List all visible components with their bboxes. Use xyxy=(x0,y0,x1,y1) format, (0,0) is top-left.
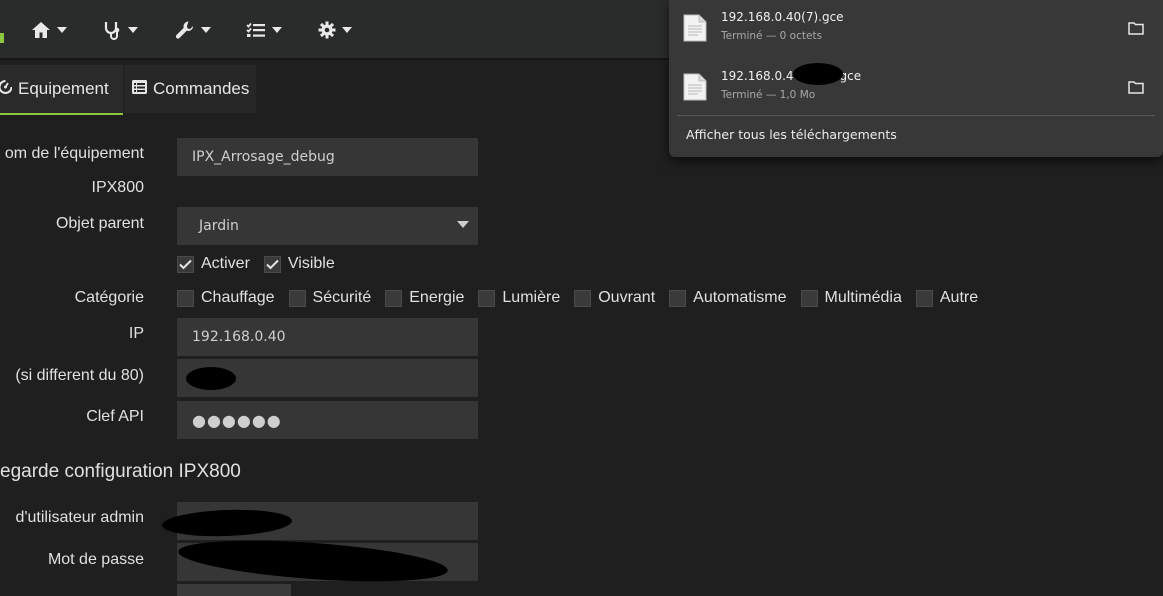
folder-icon[interactable] xyxy=(1128,79,1144,98)
ip-label: IP xyxy=(128,325,144,342)
parent-label: Objet parent xyxy=(55,215,144,232)
nav-tasks-menu[interactable] xyxy=(246,18,282,42)
stethoscope-icon xyxy=(104,20,122,40)
home-icon xyxy=(31,21,51,39)
category-ouvrant-checkbox[interactable]: Ouvrant xyxy=(574,289,655,307)
category-label: Catégorie xyxy=(74,289,144,306)
download-filename: 192.168.0.40(7).gce xyxy=(721,10,844,24)
tasks-icon xyxy=(246,22,266,38)
nav-settings-menu[interactable] xyxy=(318,18,352,42)
dashboard-icon xyxy=(0,79,13,99)
check-icon xyxy=(263,255,281,273)
chevron-down-icon xyxy=(342,27,352,33)
folder-icon[interactable] xyxy=(1128,20,1144,39)
chevron-down-icon xyxy=(57,27,67,33)
category-chauffage-checkbox[interactable]: Chauffage xyxy=(177,289,275,307)
chevron-down-icon xyxy=(128,27,138,33)
list-icon xyxy=(132,79,147,99)
downloads-panel: 192.168.0.40(7).gce Terminé — 0 octets 1… xyxy=(669,0,1163,157)
file-icon xyxy=(683,73,707,105)
divider xyxy=(677,115,1155,116)
tab-equipement[interactable]: Equipement xyxy=(0,65,123,115)
password-label: Mot de passe xyxy=(47,551,144,568)
backup-section-title: egarde configuration IPX800 xyxy=(0,461,241,482)
tab-label: Equipement xyxy=(18,79,109,98)
download-item[interactable]: 192.168.0.4 gce Terminé — 1,0 Mo xyxy=(669,59,1163,117)
wrench-icon xyxy=(175,20,195,40)
category-checkboxes: Chauffage Sécurité Energie Lumière Ouvra… xyxy=(177,289,992,307)
gear-icon xyxy=(318,21,336,39)
api-key-input[interactable]: ●●●●●● xyxy=(177,401,478,439)
category-multimedia-checkbox[interactable]: Multimédia xyxy=(800,289,902,307)
backup-button[interactable] xyxy=(177,584,291,596)
admin-user-label: d'utilisateur admin xyxy=(15,509,144,526)
nav-home-menu[interactable] xyxy=(31,18,67,42)
category-automatisme-checkbox[interactable]: Automatisme xyxy=(669,289,787,307)
download-item[interactable]: 192.168.0.40(7).gce Terminé — 0 octets xyxy=(669,0,1163,58)
category-lumiere-checkbox[interactable]: Lumière xyxy=(478,289,560,307)
redaction-mark xyxy=(186,367,236,390)
chevron-down-icon xyxy=(272,27,282,33)
activer-checkbox[interactable]: Activer xyxy=(177,255,250,273)
check-icon xyxy=(177,255,194,273)
chevron-down-icon xyxy=(457,221,469,228)
api-key-label: Clef API xyxy=(86,408,144,425)
nav-tools-menu[interactable] xyxy=(175,18,211,42)
chevron-down-icon xyxy=(201,27,211,33)
show-all-downloads-link[interactable]: Afficher tous les téléchargements xyxy=(686,127,897,142)
download-status: Terminé — 1,0 Mo xyxy=(721,89,816,101)
file-icon xyxy=(683,14,707,46)
redaction-mark xyxy=(793,63,843,85)
ip-input[interactable]: 192.168.0.40 xyxy=(177,318,478,356)
type-label: IPX800 xyxy=(91,179,144,196)
download-status: Terminé — 0 octets xyxy=(721,30,823,42)
nav-health-menu[interactable] xyxy=(104,18,138,42)
state-checkboxes: Activer Visible xyxy=(177,255,349,273)
name-input[interactable]: IPX_Arrosage_debug xyxy=(177,138,478,176)
tab-commandes[interactable]: Commandes xyxy=(124,65,256,113)
brand-accent xyxy=(0,33,4,43)
name-label: om de l'équipement xyxy=(4,145,144,162)
tab-label: Commandes xyxy=(153,79,250,98)
parent-select[interactable]: Jardin xyxy=(177,207,478,245)
category-energie-checkbox[interactable]: Energie xyxy=(385,289,464,307)
visible-checkbox[interactable]: Visible xyxy=(263,255,335,273)
category-securite-checkbox[interactable]: Sécurité xyxy=(288,289,371,307)
category-autre-checkbox[interactable]: Autre xyxy=(915,289,978,307)
port-label: (si different du 80) xyxy=(15,367,144,384)
